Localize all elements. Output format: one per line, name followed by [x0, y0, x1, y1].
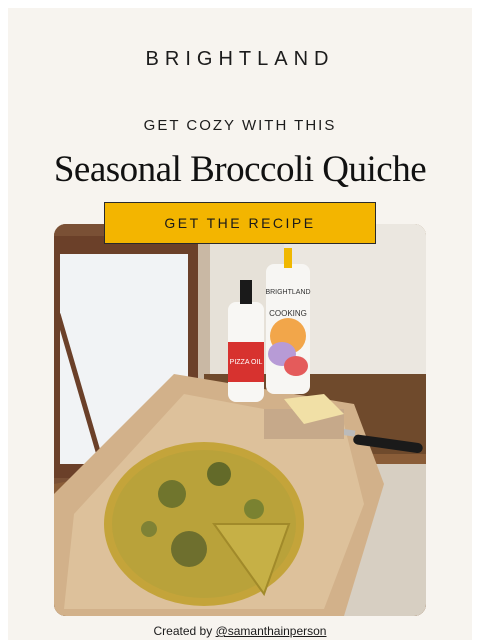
pizza-oil-label: PIZZA OIL — [230, 359, 263, 366]
get-recipe-button[interactable]: GET THE RECIPE — [104, 202, 376, 244]
bottle-brand-label: BRIGHTLAND — [265, 289, 310, 296]
brand-logo[interactable]: BRIGHTLAND — [8, 48, 472, 71]
bottle-product-label: COOKING — [269, 309, 307, 318]
credit-handle-link[interactable]: @samanthainperson — [216, 624, 327, 638]
photo-credit: Created by @samanthainperson — [8, 624, 472, 638]
hero-kicker: GET COZY WITH THIS — [143, 117, 337, 134]
quiche-photo-illustration: BRIGHTLAND COOKING PIZZA OIL — [54, 224, 426, 616]
hero-title: Seasonal Broccoli Quiche — [53, 149, 427, 190]
quiche-photo[interactable]: BRIGHTLAND COOKING PIZZA OIL — [54, 224, 426, 616]
credit-prefix: Created by — [153, 624, 213, 638]
email-card: BRIGHTLAND GET COZY WITH THIS Seasonal B… — [8, 8, 472, 640]
